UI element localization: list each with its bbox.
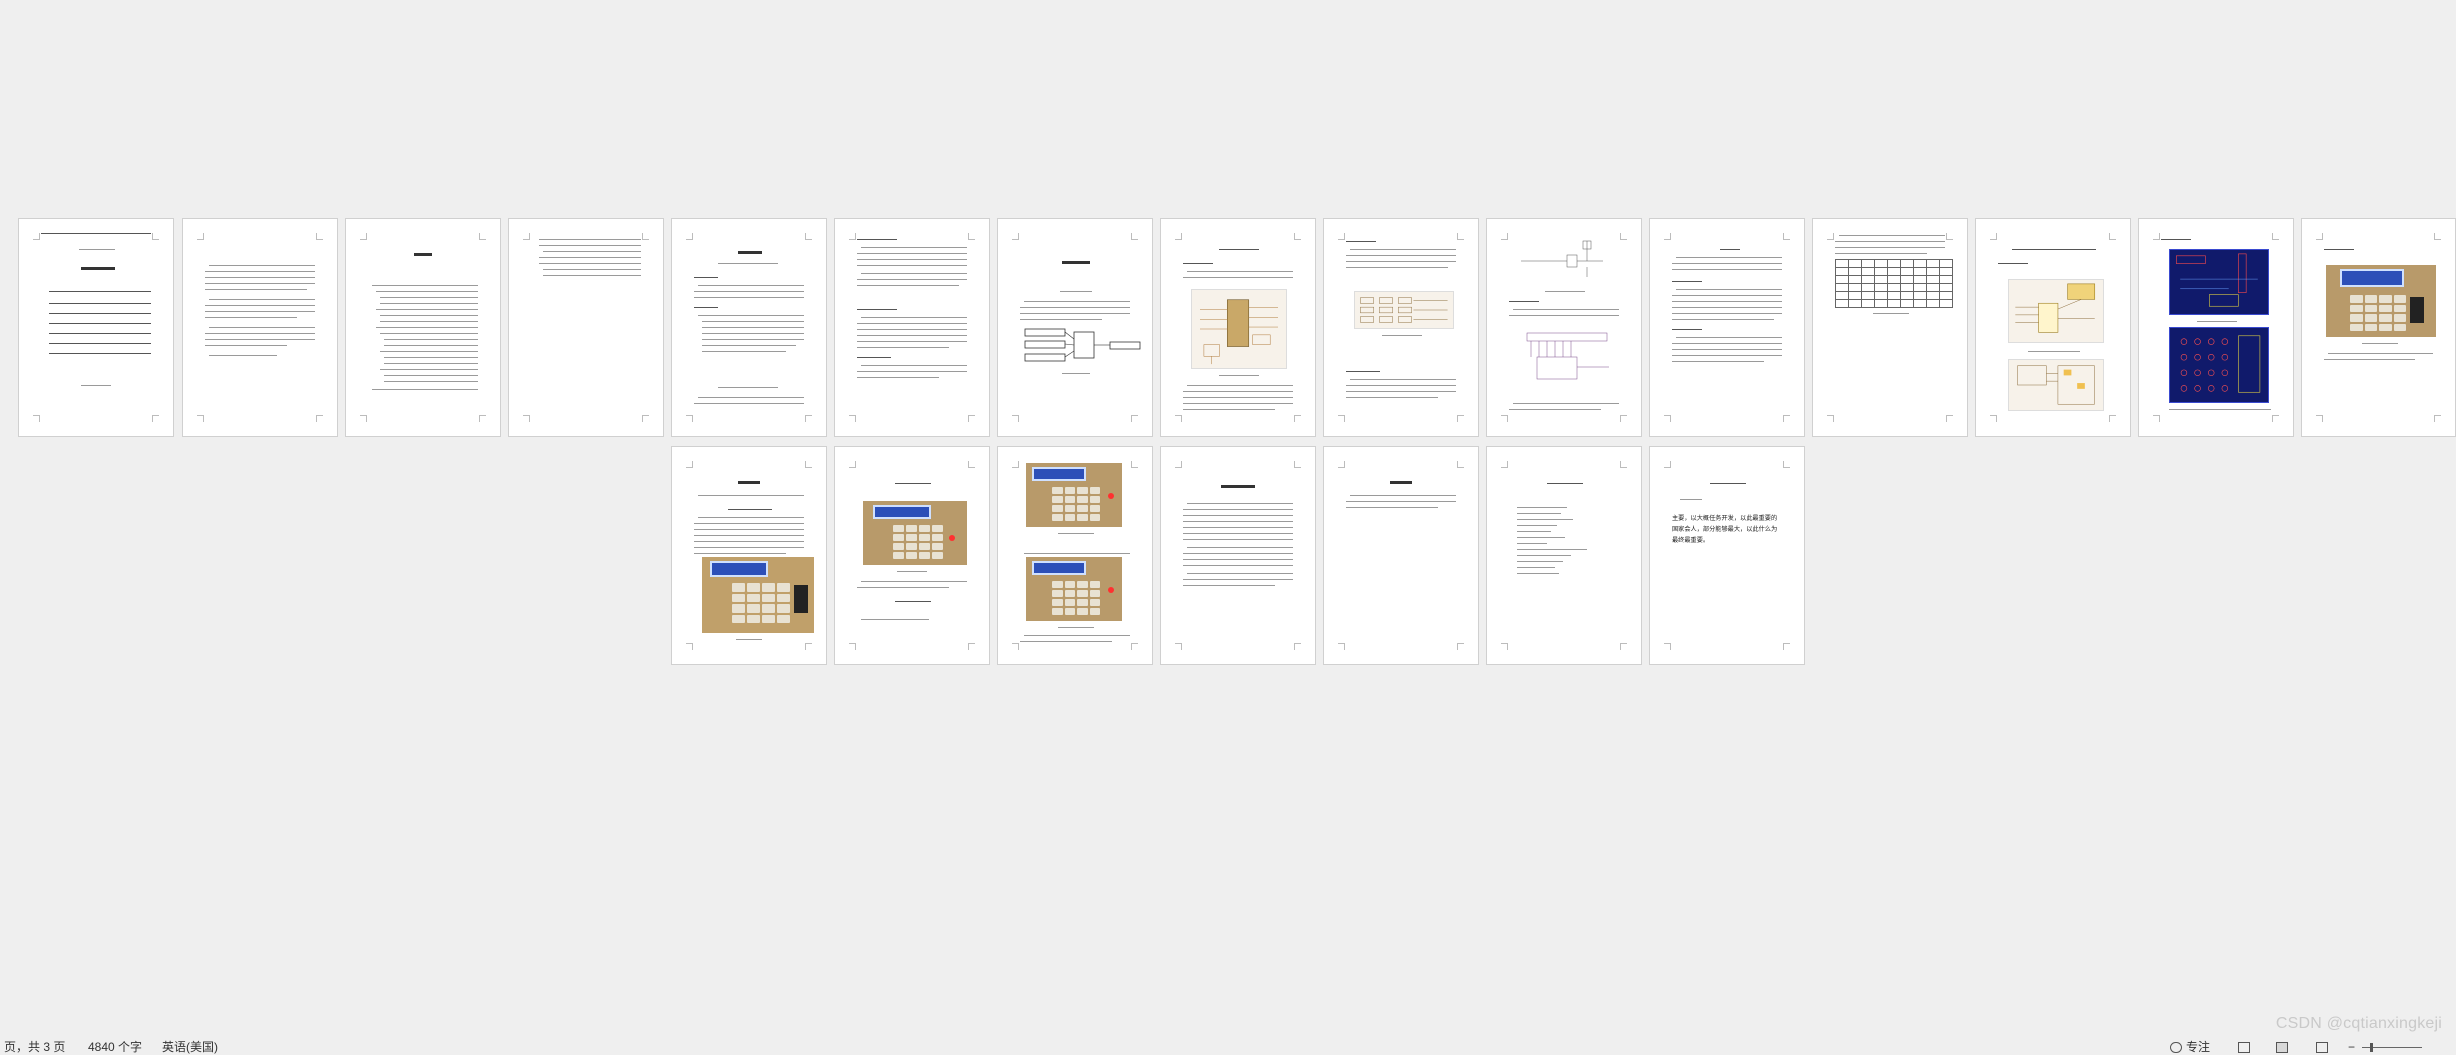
schematic-figure xyxy=(2008,279,2104,343)
page-thumbnail[interactable] xyxy=(1160,446,1316,665)
pcb-image xyxy=(2169,327,2269,403)
data-table xyxy=(1835,259,1953,308)
page-thumbnail[interactable] xyxy=(834,218,990,437)
page-thumbnail[interactable] xyxy=(508,218,664,437)
block-diagram xyxy=(1024,327,1142,367)
page-thumbnail[interactable] xyxy=(997,446,1153,665)
web-layout-icon[interactable] xyxy=(2316,1042,2328,1053)
page-thumbnail[interactable] xyxy=(182,218,338,437)
device-photo xyxy=(702,557,814,633)
page-thumbnail[interactable] xyxy=(1323,446,1479,665)
page-thumbnail[interactable] xyxy=(671,218,827,437)
page-thumbnail[interactable] xyxy=(1486,446,1642,665)
read-mode-icon[interactable] xyxy=(2238,1042,2250,1053)
circuit-figure xyxy=(1517,327,1617,387)
page-thumbnail[interactable] xyxy=(18,218,174,437)
page-count[interactable]: 页，共 3 页 xyxy=(4,1040,65,1055)
document-canvas[interactable]: 主要，以大概任务开发，以此最重要的国家会人，部分能够最大，以此什么为最终最重要。 xyxy=(0,0,2456,1040)
status-bar: 页，共 3 页 4840 个字 英语(美国) 专注 − xyxy=(0,1040,2456,1055)
language-indicator[interactable]: 英语(美国) xyxy=(162,1040,218,1055)
watermark: CSDN @cqtianxingkeji xyxy=(2275,1015,2442,1032)
page-thumbnail[interactable] xyxy=(671,446,827,665)
page-thumbnail[interactable] xyxy=(997,218,1153,437)
device-photo xyxy=(1026,463,1122,527)
pcb-image xyxy=(2169,249,2269,315)
device-photo xyxy=(1026,557,1122,621)
schematic-figure xyxy=(2008,359,2104,411)
page-thumbnail[interactable] xyxy=(1812,218,1968,437)
circuit-figure xyxy=(1517,237,1607,281)
page-thumbnail[interactable] xyxy=(345,218,501,437)
focus-icon[interactable] xyxy=(2170,1042,2182,1053)
page-thumbnail[interactable] xyxy=(1649,218,1805,437)
device-photo xyxy=(863,501,967,565)
page-thumbnail[interactable] xyxy=(834,446,990,665)
zoom-slider-thumb[interactable] xyxy=(2370,1043,2373,1052)
page-thumbnail[interactable] xyxy=(2301,218,2456,437)
page-thumbnail[interactable] xyxy=(1975,218,2131,437)
focus-label[interactable]: 专注 xyxy=(2186,1040,2210,1055)
page-thumbnail[interactable] xyxy=(1486,218,1642,437)
device-photo xyxy=(2326,265,2436,337)
page-thumbnail[interactable] xyxy=(1323,218,1479,437)
zoom-out-button[interactable]: − xyxy=(2348,1040,2355,1055)
page-thumbnail[interactable] xyxy=(1160,218,1316,437)
word-count[interactable]: 4840 个字 xyxy=(88,1040,142,1055)
circuit-figure xyxy=(1354,291,1454,329)
page-body-text: 主要，以大概任务开发，以此最重要的国家会人，部分能够最大，以此什么为最终最重要。 xyxy=(1672,515,1778,544)
page-thumbnail[interactable]: 主要，以大概任务开发，以此最重要的国家会人，部分能够最大，以此什么为最终最重要。 xyxy=(1649,446,1805,665)
page-thumbnail[interactable] xyxy=(2138,218,2294,437)
circuit-figure xyxy=(1191,289,1287,369)
print-layout-icon[interactable] xyxy=(2276,1042,2288,1053)
